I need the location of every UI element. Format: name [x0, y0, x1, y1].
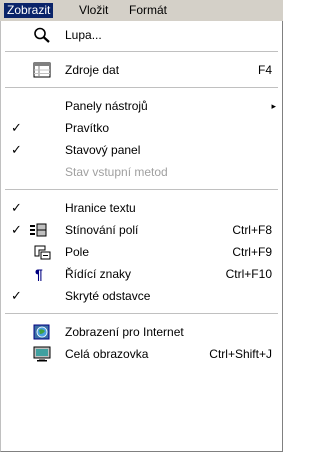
menu-item-label: Zobrazení pro Internet	[65, 325, 184, 339]
magnifier-icon	[33, 27, 51, 43]
check-mark-icon: ✓	[11, 200, 22, 215]
menu-item-ridici-znaky[interactable]: ¶ Řídící znaky Ctrl+F10	[1, 263, 282, 285]
fullscreen-icon	[33, 346, 51, 362]
menu-item-stinovani-poli[interactable]: ✓ Stínování polí Ctrl+F8	[1, 219, 282, 241]
internet-view-icon	[33, 324, 51, 340]
menu-item-stav-vstupni-metod: Stav vstupní metod	[1, 161, 282, 183]
field-shading-icon	[29, 222, 47, 238]
menu-item-label: Panely nástrojů	[65, 99, 148, 113]
menu-item-pravitko[interactable]: ✓ Pravítko	[1, 117, 282, 139]
menu-separator	[5, 51, 278, 52]
menu-separator	[5, 313, 278, 314]
shortcut-label: F4	[257, 63, 272, 77]
menu-item-label: Stavový panel	[65, 143, 141, 157]
shortcut-label: Ctrl+F10	[225, 267, 272, 281]
menu-item-label: Řídící znaky	[65, 267, 132, 281]
menu-item-panely-nastroju[interactable]: Panely nástrojů ▸	[1, 95, 282, 117]
menu-item-cela-obrazovka[interactable]: Celá obrazovka Ctrl+Shift+J	[1, 343, 282, 365]
menu-item-label: Stav vstupní metod	[65, 165, 168, 179]
menubar: Zobrazit Vložit Formát	[0, 0, 283, 21]
check-mark-icon: ✓	[11, 222, 22, 237]
data-sources-icon	[33, 62, 51, 78]
shortcut-label: Ctrl+Shift+J	[209, 347, 272, 361]
menu-item-pole[interactable]: Pole Ctrl+F9	[1, 241, 282, 263]
menu-item-label: Celá obrazovka	[65, 347, 149, 361]
menu-item-hranice-textu[interactable]: ✓ Hranice textu	[1, 197, 282, 219]
menu-item-label: Pravítko	[65, 121, 110, 135]
menu-separator	[5, 189, 278, 190]
shortcut-label: Ctrl+F8	[232, 223, 272, 237]
menu-item-stavovy-panel[interactable]: ✓ Stavový panel	[1, 139, 282, 161]
menu-item-label: Lupa...	[65, 28, 102, 42]
menu-item-skryte-odstavce[interactable]: ✓ Skryté odstavce	[1, 285, 282, 307]
menu-item-label: Stínování polí	[65, 223, 139, 237]
pilcrow-icon: ¶	[35, 266, 43, 282]
menu-item-label: Pole	[65, 245, 90, 259]
check-mark-icon: ✓	[11, 120, 22, 135]
menu-item-lupa[interactable]: Lupa...	[1, 24, 282, 46]
menu-item-label: Skryté odstavce	[65, 289, 151, 303]
zobrazit-dropdown: Lupa... Zdroje dat F4 Panely nástrojů ▸ …	[0, 21, 283, 452]
menu-vlozit[interactable]: Vložit	[76, 3, 111, 18]
fields-icon	[33, 244, 51, 260]
menu-item-label: Zdroje dat	[65, 63, 120, 77]
menu-zobrazit[interactable]: Zobrazit	[4, 3, 54, 18]
menu-item-label: Hranice textu	[65, 201, 136, 215]
menu-separator	[5, 87, 278, 88]
menu-item-zdroje-dat[interactable]: Zdroje dat F4	[1, 59, 282, 81]
check-mark-icon: ✓	[11, 288, 22, 303]
menu-format[interactable]: Formát	[126, 3, 170, 18]
menu-item-zobrazeni-internet[interactable]: Zobrazení pro Internet	[1, 321, 282, 343]
check-mark-icon: ✓	[11, 142, 22, 157]
submenu-arrow-icon: ▸	[271, 101, 276, 111]
shortcut-label: Ctrl+F9	[232, 245, 272, 259]
